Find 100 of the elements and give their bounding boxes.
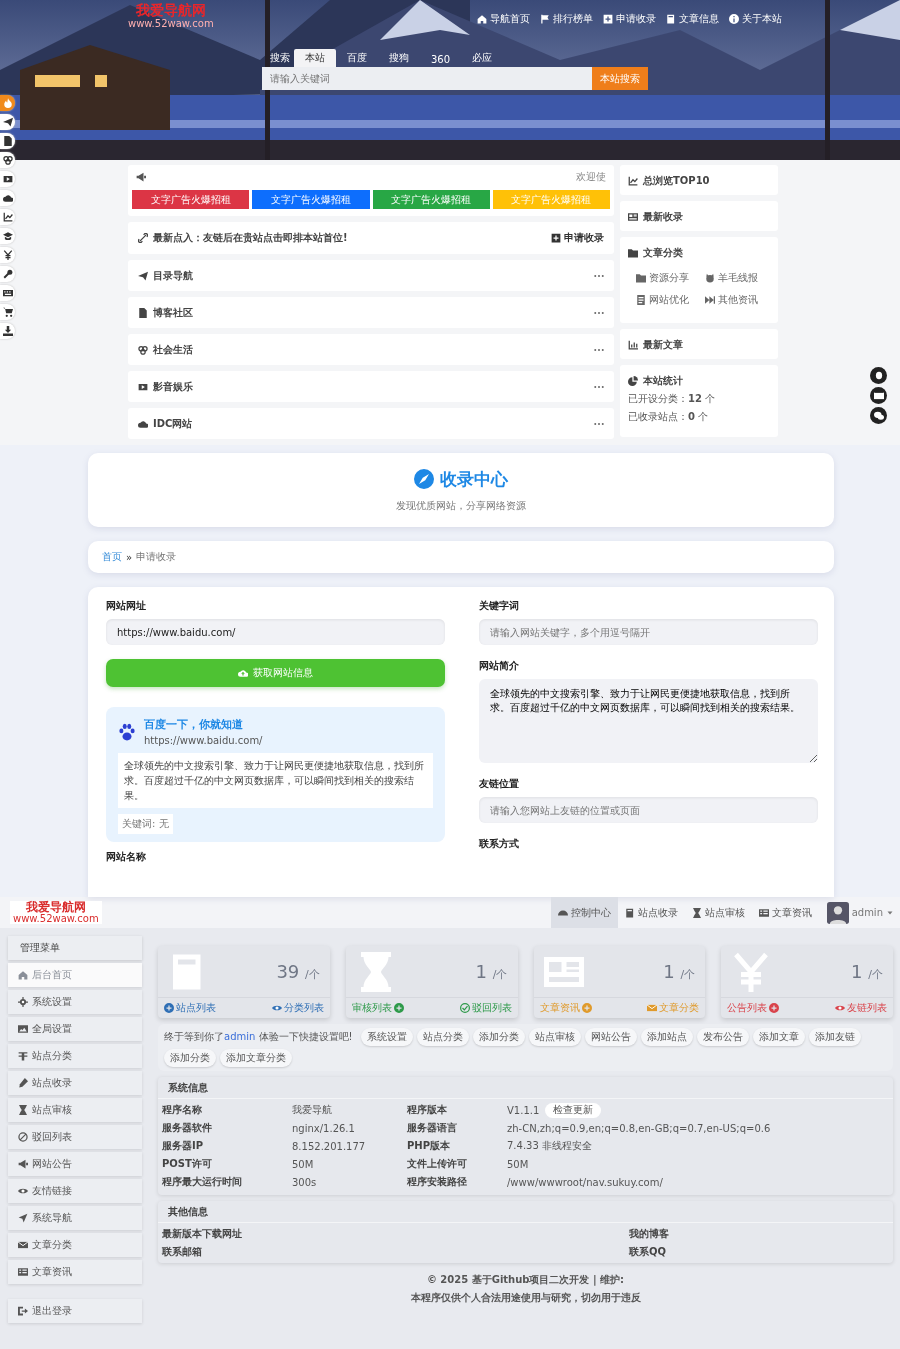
url-field[interactable]: https://www.baidu.com/ — [106, 619, 445, 645]
rail-button[interactable] — [0, 247, 15, 263]
search-tab[interactable]: 搜狗 — [378, 49, 420, 68]
exit-icon — [18, 1306, 28, 1316]
quick-button[interactable]: 添加站点 — [640, 1028, 693, 1046]
menu-item[interactable]: 系统导航 — [8, 1206, 142, 1230]
rail-button[interactable] — [0, 228, 15, 244]
user-menu[interactable]: admin — [818, 901, 894, 924]
document-icon — [636, 295, 646, 305]
search-field[interactable]: 请输入关键词 — [262, 67, 592, 91]
table-cell-text: 300s — [292, 1175, 318, 1190]
chat-bubble-icon — [873, 370, 884, 381]
page-title: 收录中心 — [440, 467, 508, 491]
rail-button[interactable] — [0, 285, 15, 301]
link-position-field[interactable]: 请输入您网站上友链的位置或页面 — [479, 797, 818, 823]
check-update-button[interactable]: 检查更新 — [545, 1102, 602, 1118]
menu-item[interactable]: 站点收录 — [8, 1071, 142, 1095]
menu-item[interactable]: 文章资讯 — [8, 1260, 142, 1284]
keywords-field[interactable]: 请输入网站关键字，多个用逗号隔开 — [479, 619, 818, 645]
menu-item[interactable]: 系统设置 — [8, 990, 142, 1014]
home-icon — [18, 970, 28, 980]
category-link[interactable]: 其他资讯 — [705, 293, 770, 307]
category-link[interactable]: 羊毛线报 — [705, 271, 770, 285]
menu-item[interactable]: 驳回列表 — [8, 1125, 142, 1149]
quick-button[interactable]: 站点审核 — [528, 1028, 581, 1046]
search-tab[interactable]: 必应 — [461, 49, 504, 68]
footer-text: 本程序仅供个人合法用途使用与研究，切勿用于违反 — [410, 1291, 641, 1305]
rail-button[interactable] — [0, 304, 15, 320]
video-icon — [138, 381, 148, 392]
widget-title: 最新收录 — [643, 210, 683, 224]
rail-button[interactable] — [0, 171, 15, 187]
hourglass-icon — [691, 907, 702, 918]
nav-tab[interactable]: 站点收录 — [617, 897, 685, 928]
card-link[interactable]: 站点列表 — [164, 1001, 216, 1015]
search-tab[interactable]: 百度 — [336, 49, 378, 68]
image-icon — [18, 1024, 28, 1034]
rail-button[interactable] — [0, 95, 15, 111]
menu-item[interactable]: 友情链接 — [8, 1179, 142, 1203]
fast-forward-icon — [705, 295, 715, 305]
mail-icon — [647, 1003, 658, 1013]
table-cell-text: nginx/1.26.1 — [292, 1121, 356, 1136]
heading-icon — [18, 1051, 28, 1061]
quick-button[interactable]: 添加友链 — [808, 1028, 861, 1046]
nav-link[interactable]: 排行榜单 — [540, 9, 593, 30]
quick-button[interactable]: 系统设置 — [360, 1028, 413, 1046]
search-tab[interactable]: 360 — [420, 52, 462, 68]
intro-field[interactable]: 全球领先的中文搜索引擎、致力于让网民更便捷地获取信息，找到所求。百度超过千亿的中文网页数据库，可以瞬间找到相关的搜索结果。 — [479, 679, 818, 763]
card-link[interactable]: 分类列表 — [271, 1001, 324, 1015]
menu-item[interactable]: 站点分类 — [8, 1044, 142, 1068]
rail-button[interactable] — [0, 323, 15, 339]
ad-banner[interactable]: 文字广告火爆招租 — [132, 190, 250, 209]
menu-item[interactable]: 网站公告 — [8, 1152, 142, 1176]
rail-button[interactable] — [0, 152, 15, 168]
search-label: 搜索 — [269, 51, 291, 66]
menu-title: 管理菜单 — [8, 936, 142, 960]
admin-logo[interactable]: 我爱导航网 — [25, 900, 86, 914]
float-button[interactable] — [870, 407, 887, 424]
nav-tab[interactable]: 控制中心 — [550, 897, 618, 928]
quick-button[interactable]: 网站公告 — [584, 1028, 637, 1046]
line-chart-icon — [628, 176, 638, 186]
menu-item[interactable]: 文章分类 — [8, 1233, 142, 1257]
category-link[interactable]: 资源分享 — [636, 271, 701, 285]
search-tab[interactable]: 本站 — [294, 49, 336, 68]
keyboard-icon — [2, 288, 13, 298]
nav-link[interactable]: 导航首页 — [477, 9, 530, 30]
menu-item[interactable]: 全局设置 — [8, 1017, 142, 1041]
quick-button[interactable]: 发布公告 — [696, 1028, 749, 1046]
category-title: 社会生活 — [153, 342, 193, 357]
nav-link[interactable]: 申请收录 — [603, 9, 656, 30]
rail-button[interactable] — [0, 114, 15, 130]
nav-tab[interactable]: 站点审核 — [684, 897, 752, 928]
paper-plane-icon — [138, 270, 148, 281]
rail-button[interactable] — [0, 266, 15, 282]
rail-button[interactable] — [0, 133, 15, 149]
cap-icon — [2, 231, 13, 241]
breadcrumb-link[interactable]: 首页 — [102, 550, 122, 564]
float-button[interactable] — [870, 387, 887, 404]
float-button[interactable] — [870, 367, 887, 384]
nav-link[interactable]: 文章信息 — [666, 9, 719, 30]
quick-button[interactable]: 添加文章分类 — [220, 1049, 292, 1067]
card-link[interactable]: 公告列表 — [727, 1001, 780, 1015]
quick-button[interactable]: 添加文章 — [752, 1028, 805, 1046]
nav-tab[interactable]: 文章资讯 — [751, 897, 819, 928]
table-cell-text: PHP版本 — [407, 1139, 452, 1153]
apply-link[interactable]: 申请收录 — [551, 231, 604, 245]
quick-button[interactable]: 添加分类 — [164, 1049, 216, 1067]
ad-banner[interactable]: 文字广告火爆招租 — [252, 190, 370, 209]
rail-button[interactable] — [0, 209, 15, 225]
quick-button[interactable]: 站点分类 — [416, 1028, 469, 1046]
card-link[interactable]: 友链列表 — [835, 1001, 887, 1015]
logout-button[interactable]: 退出登录 — [8, 1299, 142, 1323]
wrench-icon — [2, 269, 13, 279]
quick-button[interactable]: 添加分类 — [472, 1028, 525, 1046]
menu-item[interactable]: 站点审核 — [8, 1098, 142, 1122]
newspaper-icon — [628, 212, 638, 222]
rail-button[interactable] — [0, 190, 15, 206]
home-icon — [477, 14, 487, 25]
field-label: 网站名称 — [106, 850, 147, 864]
nav-link[interactable]: 关于本站 — [729, 9, 782, 30]
category-link[interactable]: 网站优化 — [636, 293, 701, 307]
